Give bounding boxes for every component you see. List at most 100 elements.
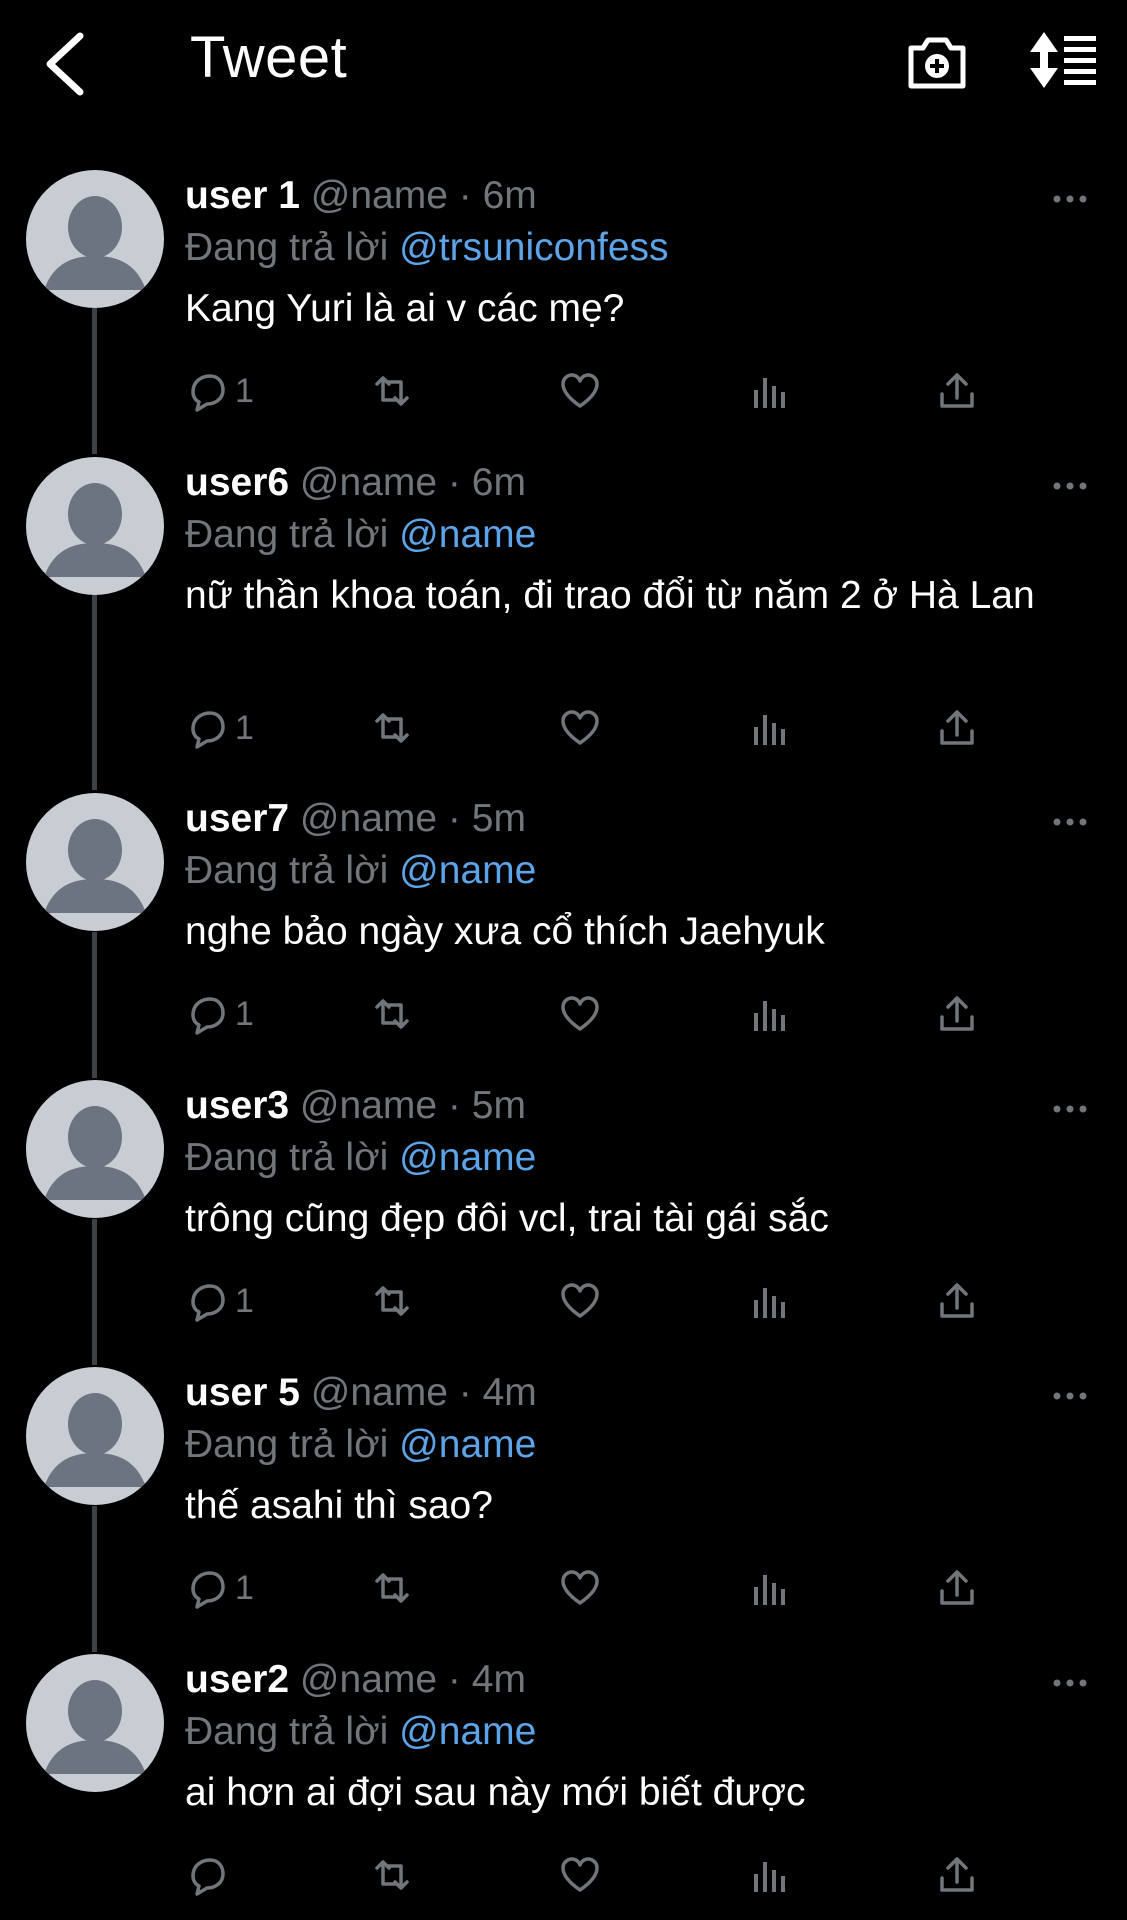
display-name[interactable]: user6 (185, 461, 289, 504)
reply-count: 1 (235, 708, 254, 747)
avatar[interactable] (26, 1367, 164, 1505)
mention-link[interactable]: @trsuniconfess (399, 226, 668, 269)
reply-button[interactable]: 1 (185, 989, 254, 1039)
timestamp: 5m (471, 797, 526, 840)
share-button[interactable] (936, 703, 978, 753)
retweet-button[interactable] (371, 366, 413, 416)
thread-line (92, 1506, 97, 1652)
display-name[interactable]: user3 (185, 1084, 289, 1127)
page-title: Tweet (190, 25, 348, 90)
like-button[interactable] (559, 1850, 601, 1900)
dot-separator: · (447, 1371, 483, 1414)
reply-button[interactable] (185, 1850, 235, 1900)
views-button[interactable] (748, 703, 790, 753)
reply-icon (191, 1284, 225, 1322)
views-icon (754, 1001, 785, 1031)
replying-to: Đang trả lời @name (185, 845, 536, 897)
like-button[interactable] (559, 1276, 601, 1326)
share-button[interactable] (936, 1276, 978, 1326)
retweet-button[interactable] (371, 703, 413, 753)
more-icon[interactable] (1052, 194, 1088, 204)
tweet-text: nghe bảo ngày xưa cổ thích Jaehyuk (185, 910, 825, 953)
retweet-icon (375, 713, 409, 743)
like-button[interactable] (559, 703, 601, 753)
retweet-icon (375, 1860, 409, 1890)
dot-separator: · (437, 1658, 472, 1701)
retweet-button[interactable] (371, 1850, 413, 1900)
sort-icon[interactable] (1028, 30, 1098, 90)
user-handle: @name (299, 1084, 438, 1127)
action-bar: 1 (185, 366, 1005, 416)
like-icon (561, 373, 599, 408)
like-button[interactable] (559, 366, 601, 416)
mention-link[interactable]: @name (399, 1423, 536, 1466)
avatar[interactable] (26, 457, 164, 595)
action-bar: 1 (185, 703, 1005, 753)
views-button[interactable] (748, 1563, 790, 1613)
more-icon[interactable] (1052, 1391, 1088, 1401)
more-icon[interactable] (1052, 481, 1088, 491)
tweet-header: user 1 @name · 6m (185, 170, 537, 222)
dot-separator: · (437, 461, 472, 504)
retweet-button[interactable] (371, 989, 413, 1039)
reply-button[interactable]: 1 (185, 1563, 254, 1613)
more-icon[interactable] (1052, 1104, 1088, 1114)
tweet-text: trông cũng đẹp đôi vcl, trai tài gái sắc (185, 1197, 829, 1240)
views-button[interactable] (748, 989, 790, 1039)
action-bar: 1 (185, 1563, 1005, 1613)
share-icon (940, 1283, 974, 1318)
views-icon (754, 1288, 785, 1318)
display-name[interactable]: user 5 (185, 1371, 300, 1414)
like-icon (561, 1570, 599, 1605)
default-avatar-icon (44, 1393, 146, 1487)
user-handle: @name (299, 1658, 438, 1701)
retweet-icon (375, 376, 409, 406)
mention-link[interactable]: @name (399, 1136, 536, 1179)
display-name[interactable]: user7 (185, 797, 289, 840)
tweet-header: user3 @name · 5m (185, 1080, 526, 1132)
mention-link[interactable]: @name (399, 1710, 536, 1753)
share-icon (940, 1570, 974, 1605)
like-button[interactable] (559, 1563, 601, 1613)
display-name[interactable]: user 1 (185, 174, 300, 217)
share-button[interactable] (936, 366, 978, 416)
replying-to: Đang trả lời @name (185, 1706, 536, 1758)
retweet-icon (375, 1286, 409, 1316)
share-button[interactable] (936, 1563, 978, 1613)
user-handle: @name (299, 461, 438, 504)
dot-separator: · (437, 1084, 472, 1127)
thread-line (92, 932, 97, 1078)
replying-to-label: Đang trả lời (185, 226, 389, 269)
default-avatar-icon (44, 196, 146, 290)
views-button[interactable] (748, 1276, 790, 1326)
reply-button[interactable]: 1 (185, 1276, 254, 1326)
replying-to: Đang trả lời @name (185, 509, 536, 561)
retweet-button[interactable] (371, 1276, 413, 1326)
more-icon[interactable] (1052, 1678, 1088, 1688)
reply-button[interactable]: 1 (185, 366, 254, 416)
views-button[interactable] (748, 1850, 790, 1900)
back-arrow-icon[interactable] (36, 28, 96, 98)
share-button[interactable] (936, 1850, 978, 1900)
avatar[interactable] (26, 793, 164, 931)
more-icon[interactable] (1052, 817, 1088, 827)
replying-to-label: Đang trả lời (185, 849, 389, 892)
reply-count: 1 (235, 371, 254, 410)
avatar[interactable] (26, 1654, 164, 1792)
like-icon (561, 996, 599, 1031)
camera-plus-icon[interactable] (906, 32, 968, 92)
share-button[interactable] (936, 989, 978, 1039)
views-button[interactable] (748, 366, 790, 416)
replying-to: Đang trả lời @name (185, 1419, 536, 1471)
mention-link[interactable]: @name (399, 849, 536, 892)
retweet-icon (375, 999, 409, 1029)
reply-button[interactable]: 1 (185, 703, 254, 753)
like-button[interactable] (559, 989, 601, 1039)
reply-icon (191, 1571, 225, 1609)
dot-separator: · (437, 797, 472, 840)
avatar[interactable] (26, 170, 164, 308)
mention-link[interactable]: @name (399, 513, 536, 556)
display-name[interactable]: user2 (185, 1658, 289, 1701)
retweet-button[interactable] (371, 1563, 413, 1613)
avatar[interactable] (26, 1080, 164, 1218)
